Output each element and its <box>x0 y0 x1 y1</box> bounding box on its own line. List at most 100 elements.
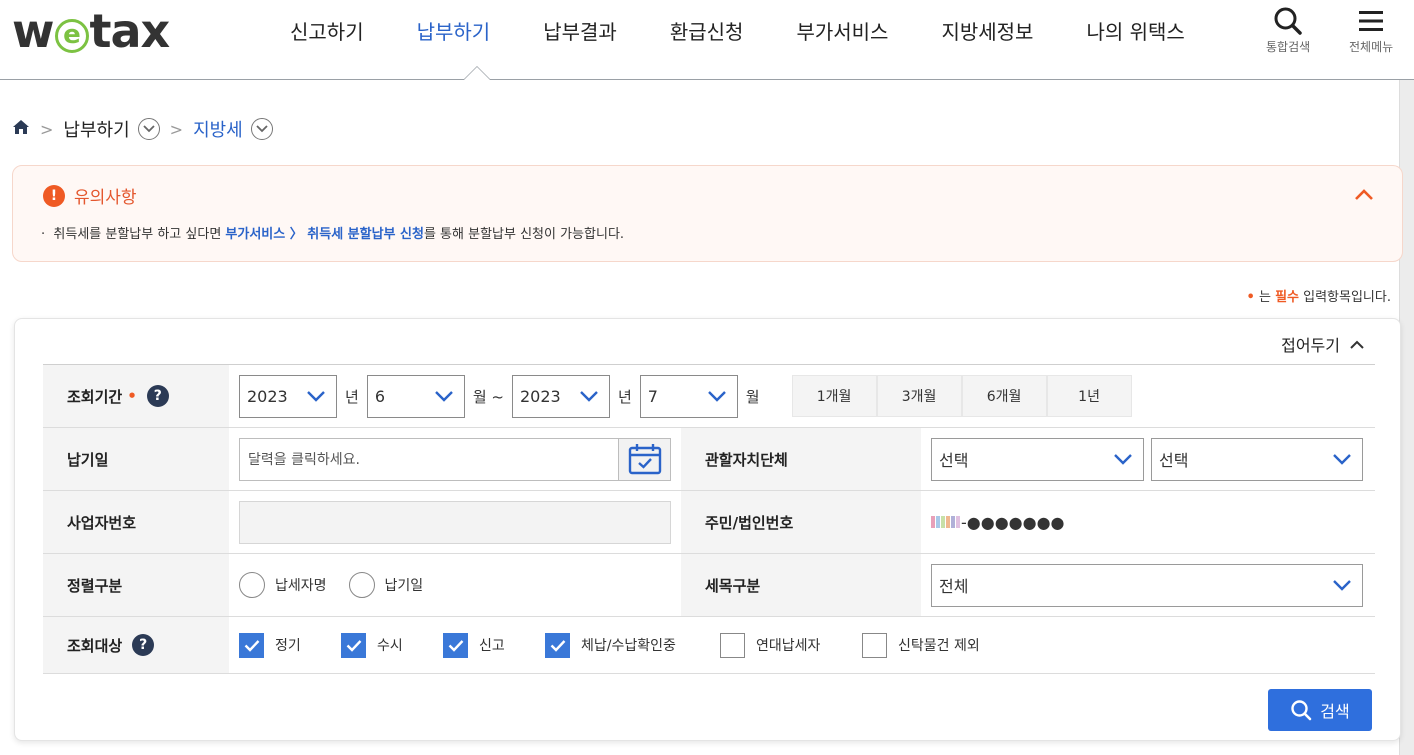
notice-title-text: 유의사항 <box>74 188 137 208</box>
calendar-button[interactable] <box>619 437 671 481</box>
nav-item-local-tax-info[interactable]: 지방세정보 <box>941 16 1033 45</box>
notice-link[interactable]: 부가서비스 〉 취득세 분할납부 신청 <box>225 227 424 242</box>
due-date-field: 달력을 클릭하세요. <box>239 428 671 490</box>
all-menu-label: 전체메뉴 <box>1349 40 1394 54</box>
to-year-select[interactable]: 2023 <box>511 374 610 418</box>
nav-item-extra-service[interactable]: 부가서비스 <box>796 16 888 45</box>
jurisdiction-selects: 선택 선택 <box>931 428 1363 490</box>
nav-item-payment-result[interactable]: 납부결과 <box>543 16 617 45</box>
unit-month-range: 월 ~ <box>472 387 504 406</box>
breadcrumb-level1[interactable]: 납부하기 <box>63 116 129 142</box>
checkbox-checked <box>239 632 264 658</box>
period-3-month-button[interactable]: 3개월 <box>876 375 962 417</box>
bullet: · <box>41 227 54 242</box>
sort-options: 납세자명 납기일 <box>239 554 445 616</box>
checkbox-unchecked <box>862 632 887 658</box>
nav-item-refund[interactable]: 환급신청 <box>670 16 744 45</box>
jurisdiction-city-select[interactable]: 선택 <box>1151 437 1363 481</box>
wetax-logo[interactable]: w e tax <box>12 4 170 58</box>
period-1-month-button[interactable]: 1개월 <box>791 375 877 417</box>
breadcrumb-level2[interactable]: 지방세 <box>193 116 243 142</box>
target-report-checkbox[interactable]: 신고 <box>443 632 545 658</box>
home-icon[interactable] <box>12 119 30 140</box>
checkbox-checked <box>443 632 468 658</box>
period-6-month-button[interactable]: 6개월 <box>961 375 1047 417</box>
fold-button[interactable]: 접어두기 <box>1281 332 1364 356</box>
chevron-down-icon <box>1114 453 1132 465</box>
sort-label: 정렬구분 <box>43 554 229 616</box>
checkbox-checked <box>545 632 570 658</box>
notice-box: ! 유의사항 · 취득세를 분할납부 하고 싶다면 부가서비스 〉 취득세 분할… <box>12 165 1403 262</box>
sort-by-due-date-radio[interactable]: 납기일 <box>348 572 423 598</box>
target-options: 정기 수시 신고 체납/수납확인중 연대납세자 신탁물건 제외 <box>239 617 1002 673</box>
scrollbar[interactable] <box>1399 0 1414 755</box>
main-nav: 신고하기 납부하기 납부결과 환급신청 부가서비스 지방세정보 나의 위택스 <box>290 16 1238 45</box>
chevron-up-icon <box>1350 340 1364 349</box>
chevron-down-icon <box>1333 453 1351 465</box>
period-label: 조회기간 • ? <box>43 365 229 427</box>
chevron-right-icon: > <box>40 119 54 139</box>
target-regular-checkbox[interactable]: 정기 <box>239 632 341 658</box>
checkbox-checked <box>341 632 366 658</box>
resident-number-field: -●●●●●●● <box>931 491 1065 553</box>
nav-item-report[interactable]: 신고하기 <box>290 16 364 45</box>
chevron-down-icon <box>307 390 325 402</box>
search-button-label: 검색 <box>1320 702 1350 721</box>
target-exclude-trust-checkbox[interactable]: 신탁물건 제외 <box>862 632 1002 658</box>
resident-number-label: 주민/법인번호 <box>681 491 921 553</box>
tax-item-field: 전체 <box>931 554 1363 616</box>
search-form-table: 조회기간 • ? 2023 년 6 월 ~ 2023 년 7 월 1개월 3개월… <box>43 364 1375 674</box>
business-number-input <box>239 500 671 544</box>
row-period: 조회기간 • ? 2023 년 6 월 ~ 2023 년 7 월 1개월 3개월… <box>43 365 1375 428</box>
resident-number-tail: -●●●●●●● <box>961 512 1065 532</box>
breadcrumb-level1-dropdown[interactable] <box>137 118 160 140</box>
search-button[interactable]: 검색 <box>1268 689 1372 731</box>
exclamation-icon: ! <box>43 184 65 207</box>
notice-title: ! 유의사항 <box>43 183 137 208</box>
period-inputs: 2023 년 6 월 ~ 2023 년 7 월 1개월 3개월 6개월 1년 <box>239 365 1132 427</box>
sort-by-taxpayer-radio[interactable]: 납세자명 <box>239 572 327 598</box>
to-month-select[interactable]: 7 <box>639 374 738 418</box>
tax-item-label: 세목구분 <box>681 554 921 616</box>
row-target: 조회대상 ? 정기 수시 신고 체납/수납확인중 연대납세자 신탁물건 제외 <box>43 617 1375 674</box>
breadcrumb-level2-dropdown[interactable] <box>250 118 273 140</box>
resident-number-masked: -●●●●●●● <box>931 513 1065 532</box>
target-label: 조회대상 ? <box>43 617 229 673</box>
search-panel: 접어두기 조회기간 • ? 2023 년 6 월 ~ 2023 년 7 월 1개… <box>14 318 1401 741</box>
tax-item-select[interactable]: 전체 <box>931 563 1363 607</box>
nav-item-my-wetax[interactable]: 나의 위택스 <box>1086 16 1184 45</box>
jurisdiction-province-select[interactable]: 선택 <box>931 437 1144 481</box>
notice-text-before: 취득세를 분할납부 하고 싶다면 <box>53 227 226 242</box>
checkbox-unchecked <box>720 632 745 658</box>
period-1-year-button[interactable]: 1년 <box>1046 375 1132 417</box>
chevron-down-icon <box>256 125 268 133</box>
total-search-button[interactable]: 통합검색 <box>1266 4 1310 55</box>
from-year-select[interactable]: 2023 <box>239 374 337 418</box>
chevron-down-icon <box>707 390 726 402</box>
target-arrears-checkbox[interactable]: 체납/수납확인중 <box>545 632 720 658</box>
target-joint-taxpayer-checkbox[interactable]: 연대납세자 <box>720 632 862 658</box>
from-month-select[interactable]: 6 <box>366 374 465 418</box>
quick-period-buttons: 1개월 3개월 6개월 1년 <box>791 375 1132 417</box>
active-nav-pointer <box>463 66 491 80</box>
business-number-field <box>239 491 671 553</box>
search-icon <box>1291 700 1312 721</box>
due-date-label: 납기일 <box>43 428 229 490</box>
chevron-down-icon <box>143 125 155 133</box>
due-date-input[interactable]: 달력을 클릭하세요. <box>239 437 619 481</box>
search-icon <box>1266 4 1310 38</box>
notice-collapse-button[interactable] <box>1354 186 1374 205</box>
total-search-label: 통합검색 <box>1266 40 1311 54</box>
chevron-right-icon: > <box>169 119 184 139</box>
row-due-date: 납기일 달력을 클릭하세요. 관할자치단체 선택 선택 <box>43 428 1375 491</box>
required-field-note: • 는 필수 입력항목입니다. <box>1246 290 1391 305</box>
unit-year: 년 <box>345 387 359 406</box>
help-icon[interactable]: ? <box>146 385 169 407</box>
unit-year: 년 <box>617 387 632 406</box>
nav-item-payment[interactable]: 납부하기 <box>417 16 491 45</box>
notice-text-after: 를 통해 분할납부 신청이 가능합니다. <box>423 227 625 242</box>
chevron-down-icon <box>434 390 453 402</box>
help-icon[interactable]: ? <box>132 634 155 656</box>
target-occasional-checkbox[interactable]: 수시 <box>341 632 443 658</box>
all-menu-button[interactable]: 전체메뉴 <box>1349 4 1393 55</box>
